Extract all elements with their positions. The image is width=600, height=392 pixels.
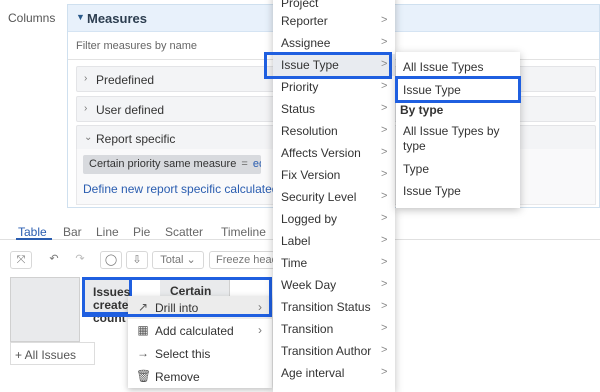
dim-label: Time	[281, 256, 308, 270]
tab-line[interactable]: Line	[96, 225, 119, 239]
chevron-right-icon: >	[381, 146, 388, 158]
dim-age-interval[interactable]: Age interval >	[273, 362, 395, 384]
dim-label: Logged by	[281, 212, 338, 226]
dim-label: Affects Version	[281, 146, 361, 160]
dim-label: Fix Version	[281, 168, 341, 182]
chevron-right-icon: ›	[258, 323, 262, 337]
chevron-right-icon: >	[381, 212, 388, 224]
menu-item-remove[interactable]: 🗑 Remove	[128, 365, 272, 388]
chevron-right-icon: >	[381, 256, 388, 268]
menu-item-select-this[interactable]: → Select this	[128, 342, 272, 365]
dim-label: Reporter	[281, 14, 328, 28]
dim-resolution[interactable]: Resolution >	[273, 120, 395, 142]
dim-label: Resolution	[281, 124, 338, 138]
dim-label: Security Level	[281, 190, 357, 204]
dim-transition-author[interactable]: Transition Author >	[273, 340, 395, 362]
dim-label: Transition Status	[281, 300, 371, 314]
sub-all-by-type[interactable]: All Issue Types by type	[403, 124, 511, 154]
section-label: Report specific	[96, 132, 176, 146]
total-label: Total	[160, 254, 184, 266]
total-dropdown[interactable]: Total ⌄	[152, 251, 204, 269]
dim-label: Priority	[281, 80, 319, 94]
dim-assignee[interactable]: Assignee >	[273, 32, 395, 54]
dim-security-level[interactable]: Security Level >	[273, 186, 395, 208]
dim-reporter[interactable]: Reporter >	[273, 10, 395, 32]
measure-chip-eq: =	[241, 158, 248, 170]
dim-label: Age interval	[281, 366, 345, 380]
chevron-right-icon: >	[381, 278, 388, 290]
dim-time[interactable]: Time >	[273, 252, 395, 274]
tab-pie[interactable]: Pie	[133, 225, 150, 239]
sub-by-type-heading: By type	[400, 103, 444, 117]
chevron-down-icon: ⌄	[186, 254, 196, 266]
section-label: Predefined	[96, 73, 155, 87]
row-header-all-issues[interactable]: + All Issues	[10, 342, 95, 365]
highlight-drill-into	[82, 277, 272, 317]
chevron-right-icon: ›	[84, 73, 88, 84]
chevron-right-icon: >	[381, 366, 388, 378]
dim-affects-version[interactable]: Affects Version >	[273, 142, 395, 164]
download-icon[interactable]: ⇩	[126, 251, 148, 269]
chevron-down-icon: ▼	[76, 12, 85, 22]
measure-chip[interactable]: Certain priority same measure = edit	[83, 155, 261, 174]
dim-label: Label	[281, 234, 311, 248]
highlight-issue-type-sub	[395, 76, 521, 103]
dim-transition[interactable]: Transition >	[273, 318, 395, 340]
chevron-right-icon: >	[381, 344, 388, 356]
menu-item-label: Select this	[155, 347, 211, 361]
highlight-issue-type	[264, 52, 392, 79]
dim-logged-by[interactable]: Logged by >	[273, 208, 395, 230]
tab-bar[interactable]: Bar	[63, 225, 82, 239]
dim-label: Week Day	[281, 278, 337, 292]
chevron-right-icon: ›	[84, 103, 88, 114]
dim-week-day[interactable]: Week Day >	[273, 274, 395, 296]
define-measure-link[interactable]: Define new report specific calculated me…	[83, 182, 273, 196]
menu-item-label: Add calculated	[155, 324, 234, 338]
freeze-header-button[interactable]: Freeze header	[209, 251, 275, 269]
redo-icon[interactable]: ↷	[70, 251, 90, 269]
measure-chip-name: Certain priority same measure	[89, 158, 237, 170]
trash-icon: 🗑	[136, 369, 152, 383]
dim-transition-status[interactable]: Transition Status >	[273, 296, 395, 318]
tab-timeline[interactable]: Timeline	[221, 225, 266, 239]
chevron-right-icon: >	[381, 300, 388, 312]
sub-all-issue-types[interactable]: All Issue Types	[403, 60, 483, 74]
table-corner	[10, 277, 80, 342]
menu-item-label: Remove	[155, 370, 200, 384]
chevron-right-icon: >	[381, 234, 388, 246]
dim-label: Transition Author	[281, 344, 372, 358]
chevron-down-icon: ⌄	[84, 132, 93, 143]
dim-label: Project	[281, 0, 319, 10]
undo-icon[interactable]: ↶	[44, 251, 64, 269]
dim-label-item[interactable]: Label >	[273, 230, 395, 252]
measure-edit-link[interactable]: edit	[253, 158, 261, 170]
chevron-right-icon: >	[381, 190, 388, 202]
dim-label: Status	[281, 102, 316, 116]
chevron-right-icon: >	[381, 80, 388, 92]
chevron-right-icon: >	[381, 102, 388, 114]
columns-label: Columns	[8, 11, 56, 25]
dim-label: Assignee	[281, 36, 331, 50]
dim-status[interactable]: Status >	[273, 98, 395, 120]
chevron-right-icon: >	[381, 168, 388, 180]
measures-title: Measures	[87, 11, 147, 26]
sub-issue-type-2[interactable]: Issue Type	[403, 184, 461, 198]
section-label: User defined	[96, 103, 165, 117]
comment-icon[interactable]: ◯	[100, 251, 122, 269]
arrow-right-icon: →	[137, 346, 149, 360]
dim-priority[interactable]: Priority >	[273, 76, 395, 98]
fullscreen-icon[interactable]: ⤧	[10, 251, 32, 269]
menu-item-add-calculated[interactable]: ▦ Add calculated ›	[128, 319, 272, 342]
active-tab-indicator	[16, 238, 52, 240]
sub-type[interactable]: Type	[403, 162, 429, 176]
tab-scatter[interactable]: Scatter	[165, 225, 203, 239]
chevron-right-icon: >	[381, 124, 388, 136]
chevron-right-icon: >	[381, 14, 388, 26]
chevron-right-icon: >	[381, 36, 388, 48]
calculator-icon: ▦	[137, 323, 149, 337]
dim-label: Transition	[281, 322, 334, 336]
chevron-right-icon: >	[381, 322, 388, 334]
dim-fix-version[interactable]: Fix Version >	[273, 164, 395, 186]
tab-table[interactable]: Table	[18, 225, 47, 239]
